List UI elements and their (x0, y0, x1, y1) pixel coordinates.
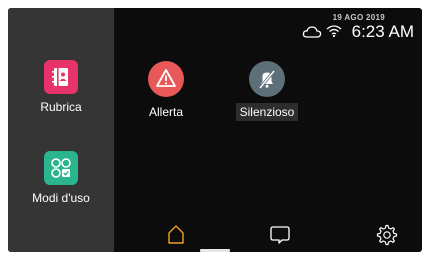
nav-settings-button[interactable] (371, 222, 401, 246)
nav-messages-button[interactable] (265, 222, 295, 246)
app-label: Silenzioso (235, 103, 299, 121)
alert-triangle-icon (148, 61, 184, 97)
chat-bubble-icon (265, 226, 295, 250)
sidebar-item-label: Modi d'uso (32, 191, 90, 205)
contacts-book-icon (44, 60, 78, 94)
gear-icon (371, 224, 401, 250)
app-label: Allerta (148, 105, 183, 119)
cloud-icon (302, 24, 322, 45)
app-allerta[interactable]: Allerta (121, 61, 211, 121)
modes-grid-icon (44, 151, 78, 185)
sidebar: Rubrica Modi d'uso (8, 8, 114, 252)
sidebar-item-label: Rubrica (40, 100, 82, 114)
mute-bell-icon (249, 61, 285, 97)
nav-home-button[interactable] (161, 222, 191, 246)
app-silenzioso[interactable]: Silenzioso (222, 61, 312, 121)
home-indicator-bar (200, 249, 230, 252)
status-time: 6:23 AM (351, 22, 414, 41)
home-icon (161, 225, 191, 250)
sidebar-item-rubrica[interactable]: Rubrica (8, 60, 114, 114)
wifi-icon (326, 24, 342, 43)
status-bar: 19 AGO 2019 6:23 AM (222, 8, 422, 48)
status-date: 19 AGO 2019 (332, 13, 385, 22)
sidebar-item-modi-uso[interactable]: Modi d'uso (8, 151, 114, 205)
bottom-navigation (114, 212, 422, 252)
device-screen: Rubrica Modi d'uso 19 AGO 2019 6:23 AM A… (8, 8, 422, 252)
